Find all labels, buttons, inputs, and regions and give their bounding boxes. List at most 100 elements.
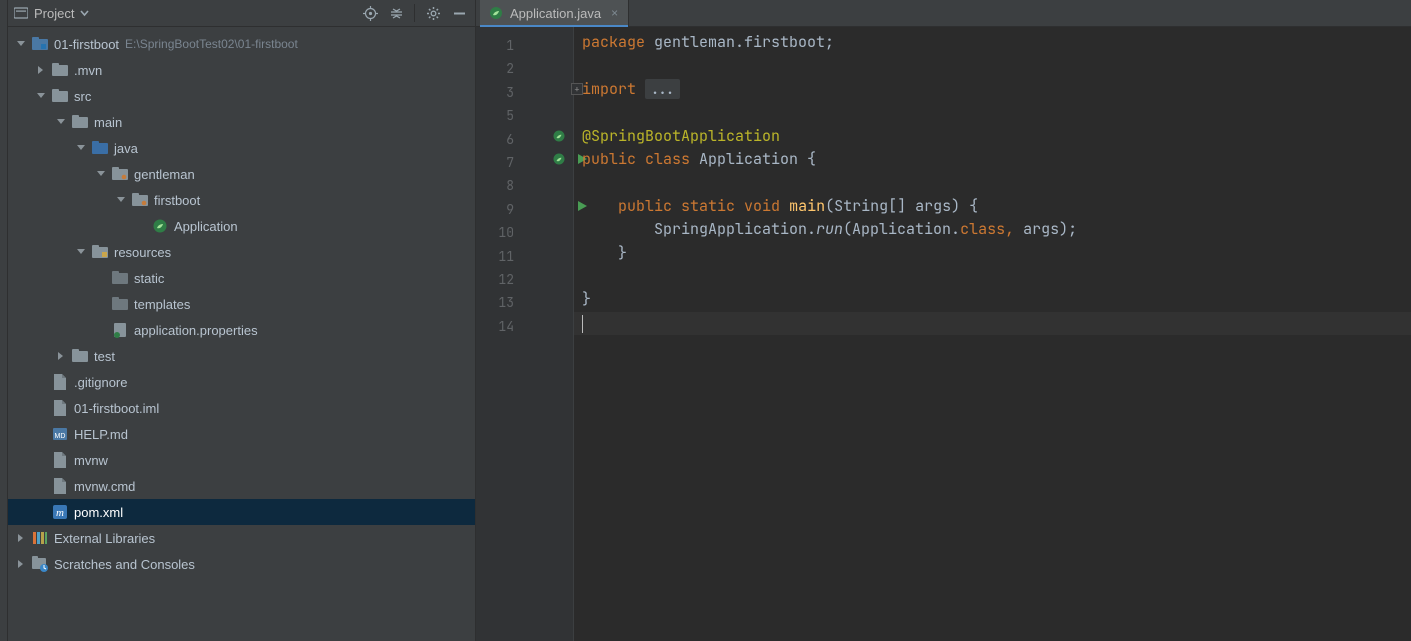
expand-arrow-icon — [94, 297, 108, 311]
line-number: 9 — [476, 198, 514, 221]
project-tree[interactable]: 01-firstboot E:\SpringBootTest02\01-first… — [8, 27, 475, 641]
side-tool-strip[interactable] — [0, 0, 8, 641]
gear-icon[interactable] — [423, 3, 443, 23]
maven-icon: m — [52, 504, 68, 520]
expand-arrow-icon — [134, 219, 148, 233]
tree-item[interactable]: 01-firstboot.iml — [8, 395, 475, 421]
expand-arrow-icon[interactable] — [14, 557, 28, 571]
expand-arrow-icon[interactable] — [74, 245, 88, 259]
expand-arrow-icon — [34, 427, 48, 441]
line-number: 7 — [476, 151, 514, 174]
line-number: 10 — [476, 221, 514, 244]
code-area[interactable]: package gentleman.firstboot;import ...@S… — [574, 27, 1411, 641]
editor-tab[interactable]: Application.java × — [480, 0, 629, 26]
tree-item-label: External Libraries — [54, 531, 155, 546]
tree-item[interactable]: static — [8, 265, 475, 291]
text-caret — [582, 315, 583, 333]
expand-arrow-icon[interactable] — [34, 63, 48, 77]
tree-item[interactable]: resources — [8, 239, 475, 265]
tree-item[interactable]: firstboot — [8, 187, 475, 213]
svg-text:m: m — [56, 507, 64, 519]
file-icon — [52, 478, 68, 494]
tree-item[interactable]: 01-firstboot E:\SpringBootTest02\01-first… — [8, 31, 475, 57]
expand-arrow-icon — [34, 401, 48, 415]
project-title: Project — [34, 6, 74, 21]
code-line: } — [582, 288, 1411, 311]
tree-item-label: 01-firstboot — [54, 37, 119, 52]
code-line: package gentleman.firstboot; — [582, 31, 1411, 54]
editor-tab-bar: Application.java × — [476, 0, 1411, 27]
line-number: 1 — [476, 34, 514, 57]
tree-item[interactable]: test — [8, 343, 475, 369]
tree-item-label: java — [114, 141, 138, 156]
spring-bean-icon[interactable] — [551, 151, 567, 167]
code-line: public class Application { — [582, 148, 1411, 171]
dropdown-chevron-icon — [80, 9, 89, 18]
tree-item-label: templates — [134, 297, 190, 312]
tree-item[interactable]: Scratches and Consoles — [8, 551, 475, 577]
folder-icon — [72, 114, 88, 130]
tree-item[interactable]: mvnw — [8, 447, 475, 473]
tree-item-label: main — [94, 115, 122, 130]
tree-item[interactable]: .mvn — [8, 57, 475, 83]
file-icon — [52, 400, 68, 416]
md-icon: MD — [52, 426, 68, 442]
tree-item-label: gentleman — [134, 167, 195, 182]
tree-item[interactable]: mvnw.cmd — [8, 473, 475, 499]
package-icon — [132, 192, 148, 208]
gutter[interactable]: 123567891011121314+ — [476, 27, 574, 641]
src-folder-icon — [92, 140, 108, 156]
tree-item-label: application.properties — [134, 323, 258, 338]
res-folder-icon — [92, 244, 108, 260]
tree-item[interactable]: External Libraries — [8, 525, 475, 551]
expand-arrow-icon[interactable] — [54, 349, 68, 363]
expand-arrow-icon[interactable] — [14, 531, 28, 545]
tree-item[interactable]: MD HELP.md — [8, 421, 475, 447]
locate-icon[interactable] — [360, 3, 380, 23]
expand-arrow-icon[interactable] — [114, 193, 128, 207]
tree-item-label: src — [74, 89, 91, 104]
folder-dim-icon — [112, 296, 128, 312]
expand-arrow-icon — [34, 479, 48, 493]
line-number: 8 — [476, 174, 514, 197]
package-icon — [112, 166, 128, 182]
spring-bean-icon[interactable] — [551, 128, 567, 144]
expand-arrow-icon[interactable] — [34, 89, 48, 103]
collapse-all-icon[interactable] — [386, 3, 406, 23]
tree-item[interactable]: Application — [8, 213, 475, 239]
line-number: 13 — [476, 291, 514, 314]
tree-item[interactable]: mpom.xml — [8, 499, 475, 525]
svg-text:MD: MD — [55, 433, 66, 440]
project-dropdown[interactable]: Project — [14, 6, 354, 21]
close-icon[interactable]: × — [611, 6, 618, 20]
separator — [414, 4, 415, 22]
code-line: public static void main(String[] args) { — [582, 195, 1411, 218]
line-number: 6 — [476, 128, 514, 151]
tree-item-label: mvnw — [74, 453, 108, 468]
expand-arrow-icon[interactable] — [14, 37, 28, 51]
tree-item[interactable]: src — [8, 83, 475, 109]
editor[interactable]: 123567891011121314+ package gentleman.fi… — [476, 27, 1411, 641]
tree-item[interactable]: application.properties — [8, 317, 475, 343]
tree-item[interactable]: main — [8, 109, 475, 135]
tree-item[interactable]: .gitignore — [8, 369, 475, 395]
line-number: 2 — [476, 57, 514, 80]
project-tool-window: Project 01-firstboot E:\SpringBootTest02\… — [8, 0, 476, 641]
tree-item[interactable]: java — [8, 135, 475, 161]
hide-icon[interactable] — [449, 3, 469, 23]
expand-arrow-icon[interactable] — [54, 115, 68, 129]
tree-item[interactable]: templates — [8, 291, 475, 317]
project-toolbar: Project — [8, 0, 475, 27]
folder-icon — [72, 348, 88, 364]
expand-arrow-icon — [34, 453, 48, 467]
expand-arrow-icon — [34, 505, 48, 519]
expand-arrow-icon[interactable] — [74, 141, 88, 155]
code-line: @SpringBootApplication — [582, 125, 1411, 148]
tree-item-label: HELP.md — [74, 427, 128, 442]
folder-dim-icon — [112, 270, 128, 286]
tree-item-path: E:\SpringBootTest02\01-firstboot — [125, 37, 298, 51]
expand-arrow-icon[interactable] — [94, 167, 108, 181]
tree-item[interactable]: gentleman — [8, 161, 475, 187]
tree-item-label: Scratches and Consoles — [54, 557, 195, 572]
expand-arrow-icon — [94, 271, 108, 285]
